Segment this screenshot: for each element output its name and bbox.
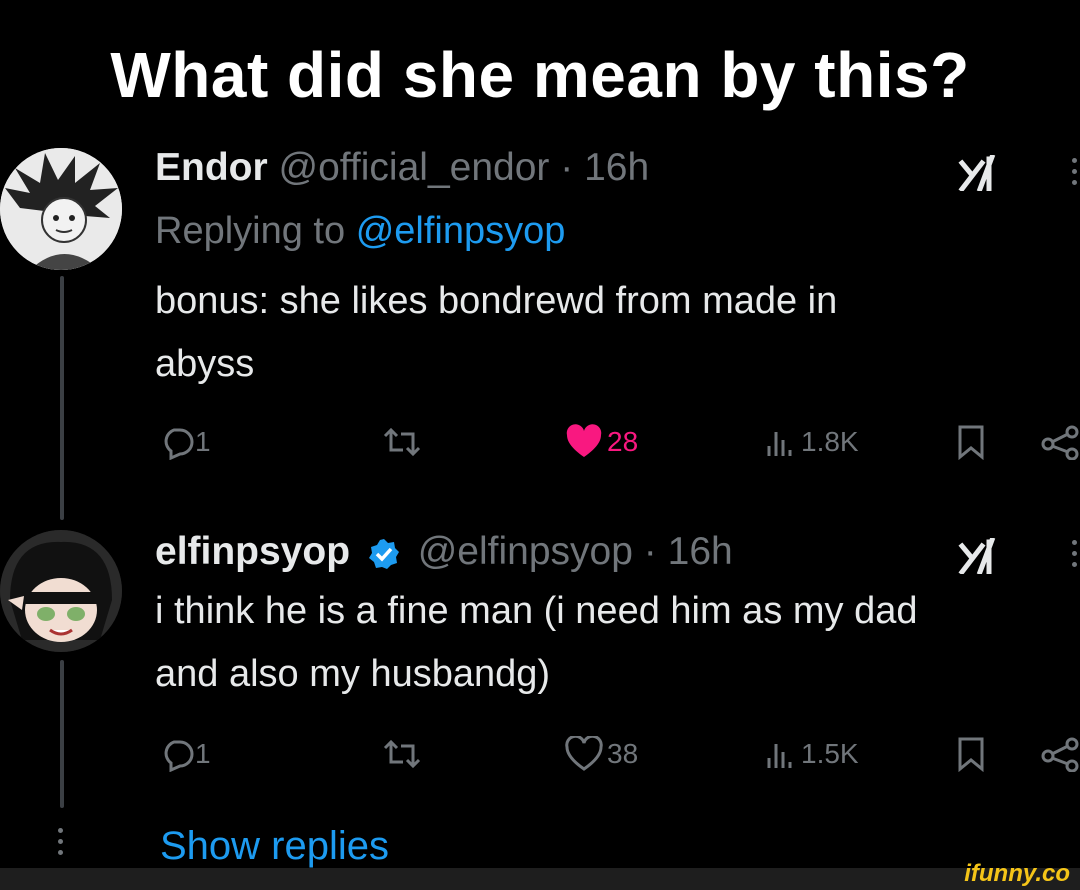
timestamp[interactable]: 16h — [584, 146, 649, 189]
tweet-text: i think he is a fine man (i need him as … — [155, 580, 918, 706]
reply-button[interactable]: 1 — [159, 424, 211, 460]
separator-dot: · — [643, 530, 657, 573]
tweet-header: Endor @official_endor · 16h — [155, 146, 649, 190]
avatar-elfinpsyop[interactable] — [0, 530, 122, 652]
reply-count: 1 — [195, 738, 211, 769]
tweet-actions: 1 38 1.5K — [155, 736, 1080, 776]
avatar-image — [0, 148, 122, 270]
retweet-icon — [383, 427, 421, 457]
views-icon — [767, 432, 792, 456]
view-count: 1.8K — [801, 426, 859, 457]
reply-icon — [164, 740, 194, 772]
verified-badge-icon — [368, 538, 399, 569]
thread-line — [60, 660, 64, 808]
handle[interactable]: @official_endor — [279, 146, 550, 189]
grok-icon[interactable] — [958, 153, 998, 196]
tweet-text-line: and also my husbandg) — [155, 653, 551, 695]
tweet-text-line: i think he is a fine man (i need him as … — [155, 590, 918, 632]
like-button[interactable]: 28 — [565, 424, 638, 460]
avatar-endor[interactable] — [0, 148, 122, 270]
display-name[interactable]: elfinpsyop — [155, 530, 350, 573]
tweet-actions: 1 28 1.8K — [155, 424, 1080, 464]
like-count: 28 — [607, 426, 639, 457]
views-button[interactable]: 1.5K — [765, 736, 859, 772]
like-count: 38 — [607, 738, 639, 769]
more-icon[interactable] — [1072, 540, 1078, 573]
reply-count: 1 — [195, 426, 211, 457]
watermark: ifunny.co — [964, 860, 1070, 887]
grok-icon[interactable] — [958, 536, 998, 579]
bookmark-icon — [958, 425, 984, 460]
share-button[interactable] — [1040, 424, 1080, 460]
bookmark-icon — [958, 737, 984, 772]
bookmark-button[interactable] — [955, 736, 987, 772]
retweet-button[interactable] — [381, 736, 423, 772]
heart-outline-icon — [565, 736, 603, 771]
headline: What did she mean by this? — [110, 39, 970, 111]
share-button[interactable] — [1040, 736, 1080, 772]
display-name[interactable]: Endor — [155, 146, 268, 189]
share-icon — [1041, 425, 1079, 460]
replying-to: Replying to @elfinpsyop — [155, 210, 565, 253]
separator-dot: · — [560, 146, 574, 189]
tweet-text-line: bonus: she likes bondrewd from made in — [155, 280, 838, 322]
reply-mention-link[interactable]: @elfinpsyop — [356, 210, 566, 252]
heart-filled-icon — [566, 424, 602, 457]
tweet-text-line: abyss — [155, 343, 255, 385]
bookmark-button[interactable] — [955, 424, 987, 460]
avatar-image — [0, 530, 122, 652]
tweet-header: elfinpsyop @elfinpsyop · 16h — [155, 530, 733, 574]
retweet-button[interactable] — [381, 424, 423, 460]
more-icon[interactable] — [1072, 158, 1078, 191]
reply-button[interactable]: 1 — [159, 736, 211, 772]
show-replies-link[interactable]: Show replies — [160, 824, 389, 869]
bottom-bar — [0, 868, 1080, 890]
views-button[interactable]: 1.8K — [765, 424, 859, 460]
retweet-icon — [383, 739, 421, 769]
view-count: 1.5K — [801, 738, 859, 769]
handle[interactable]: @elfinpsyop — [418, 530, 633, 573]
timestamp[interactable]: 16h — [668, 530, 733, 573]
collapsed-thread-icon — [58, 828, 64, 861]
tweet-text: bonus: she likes bondrewd from made in a… — [155, 270, 837, 396]
share-icon — [1041, 737, 1079, 772]
reply-icon — [164, 428, 194, 460]
views-icon — [767, 744, 792, 768]
like-button[interactable]: 38 — [565, 736, 638, 772]
thread-line — [60, 276, 64, 520]
replying-to-label: Replying to — [155, 210, 346, 252]
